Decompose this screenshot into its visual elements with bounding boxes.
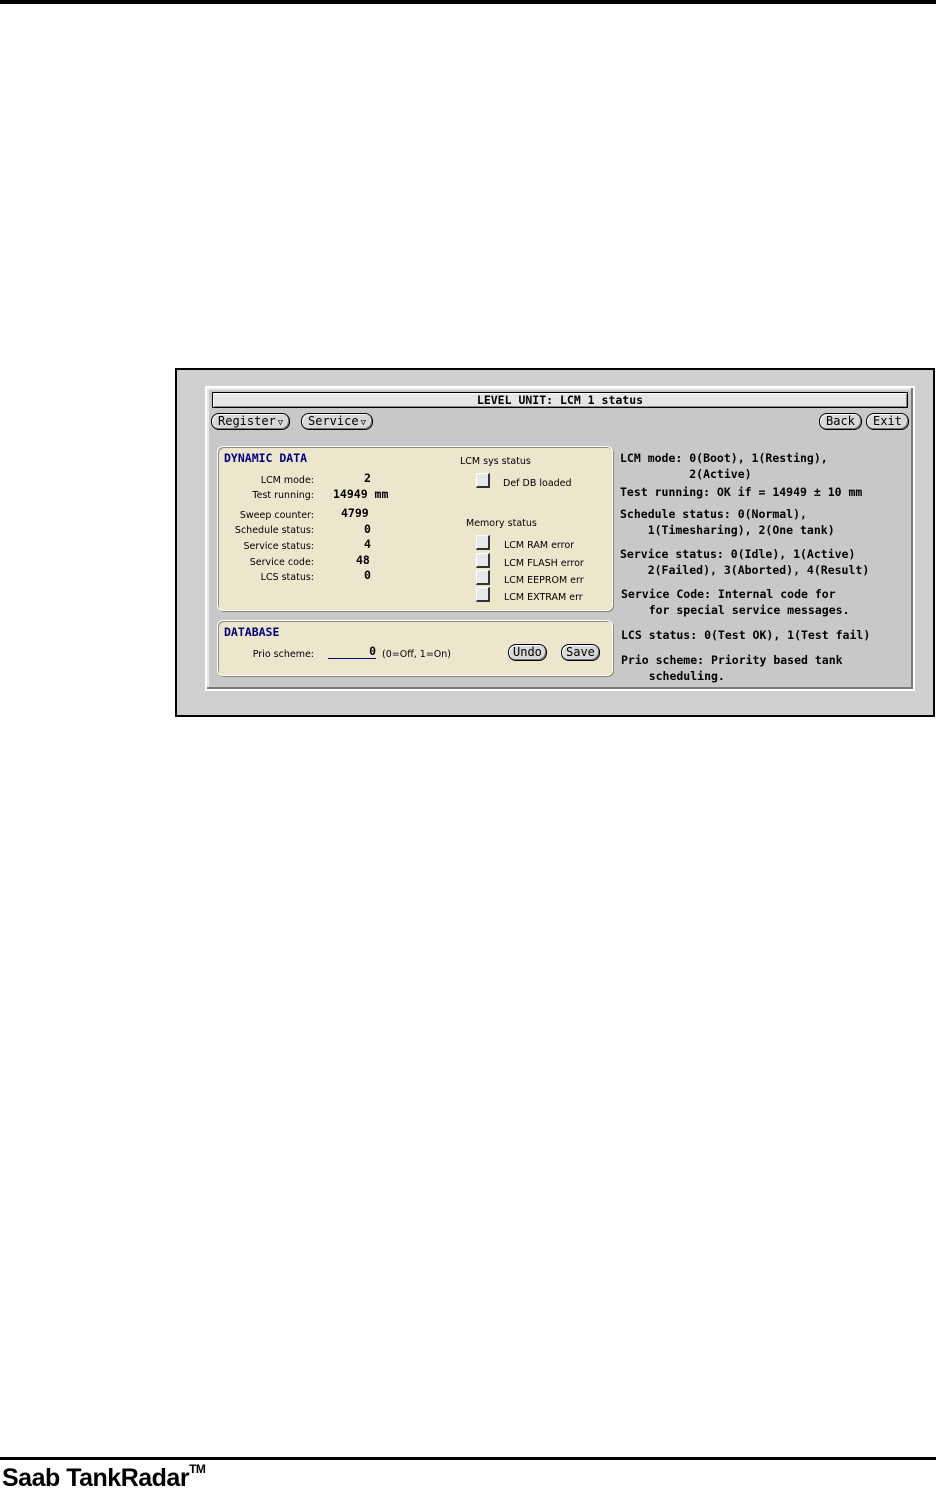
sweep-counter-value: 4799 bbox=[341, 506, 369, 520]
register-menu-button[interactable]: Register ▽ bbox=[211, 413, 291, 430]
lcm-mode-value: 2 bbox=[364, 471, 371, 485]
undo-button[interactable]: Undo bbox=[508, 644, 547, 661]
chevron-down-icon: ▽ bbox=[360, 418, 366, 428]
prio-scheme-hint: (0=Off, 1=On) bbox=[382, 649, 451, 660]
database-title: DATABASE bbox=[224, 625, 280, 639]
prio-scheme-label: Prio scheme: bbox=[252, 649, 314, 660]
lcm-eeprom-err-checkbox[interactable] bbox=[476, 570, 490, 585]
def-db-loaded-label: Def DB loaded bbox=[503, 478, 572, 489]
test-running-value: 14949 mm bbox=[333, 487, 389, 501]
dynamic-data-panel: DYNAMIC DATA LCM mode: 2 Test running: 1… bbox=[217, 446, 613, 611]
help-service-status: Service status: 0(Idle), 1(Active) 2(Fai… bbox=[620, 547, 870, 577]
lcm-flash-error-checkbox[interactable] bbox=[476, 553, 490, 568]
bottom-rule bbox=[0, 1457, 936, 1460]
lcm-extram-err-checkbox[interactable] bbox=[476, 587, 490, 602]
lcm-eeprom-err-label: LCM EEPROM err bbox=[504, 575, 584, 586]
service-status-label: Service status: bbox=[243, 541, 314, 552]
schedule-status-value: 0 bbox=[364, 522, 371, 536]
help-lcs-status: LCS status: 0(Test OK), 1(Test fail) bbox=[621, 628, 871, 642]
prio-scheme-input[interactable]: 0 bbox=[328, 645, 376, 659]
back-button[interactable]: Back bbox=[819, 413, 862, 430]
help-lcm-mode: LCM mode: 0(Boot), 1(Resting), 2(Active) bbox=[620, 451, 828, 481]
lcm-sys-status-heading: LCM sys status bbox=[460, 456, 531, 467]
top-rule bbox=[0, 0, 936, 4]
window-title: LEVEL UNIT: LCM 1 status bbox=[212, 392, 908, 408]
service-code-label: Service code: bbox=[249, 557, 314, 568]
service-status-value: 4 bbox=[364, 537, 371, 551]
chevron-down-icon: ▽ bbox=[277, 418, 284, 428]
sweep-counter-label: Sweep counter: bbox=[239, 510, 314, 521]
help-prio-scheme: Prio scheme: Priority based tank schedul… bbox=[621, 653, 843, 683]
dynamic-data-title: DYNAMIC DATA bbox=[224, 451, 308, 465]
lcm-ram-error-checkbox[interactable] bbox=[476, 535, 490, 550]
schedule-status-label: Schedule status: bbox=[234, 525, 314, 536]
help-schedule-status: Schedule status: 0(Normal), 1(Timesharin… bbox=[620, 507, 835, 537]
lcm-mode-label: LCM mode: bbox=[260, 475, 314, 486]
lcs-status-label: LCS status: bbox=[260, 572, 314, 583]
lcm-flash-error-label: LCM FLASH error bbox=[504, 558, 584, 569]
memory-status-heading: Memory status bbox=[466, 518, 537, 529]
lcm-ram-error-label: LCM RAM error bbox=[504, 540, 575, 551]
def-db-loaded-checkbox[interactable] bbox=[476, 473, 490, 488]
test-running-label: Test running: bbox=[252, 490, 314, 501]
lcs-status-value: 0 bbox=[364, 568, 371, 582]
lcm-extram-err-label: LCM EXTRAM err bbox=[504, 592, 583, 603]
help-test-running: Test running: OK if = 14949 ± 10 mm bbox=[620, 485, 863, 499]
level-unit-window: LEVEL UNIT: LCM 1 status Register ▽ Servi… bbox=[205, 386, 915, 691]
database-panel: DATABASE Prio scheme: 0 (0=Off, 1=On) Un… bbox=[217, 620, 613, 676]
exit-button[interactable]: Exit bbox=[866, 413, 909, 430]
service-menu-button[interactable]: Service ▽ bbox=[301, 413, 373, 430]
help-service-code: Service Code: Internal code for for spec… bbox=[621, 587, 850, 617]
service-code-value: 48 bbox=[356, 553, 370, 567]
save-button[interactable]: Save bbox=[561, 644, 600, 661]
screenshot-frame: LEVEL UNIT: LCM 1 status Register ▽ Servi… bbox=[175, 368, 935, 717]
brand-logo: Saab TankRadarTM bbox=[2, 1461, 206, 1492]
trademark-mark: TM bbox=[189, 1461, 206, 1476]
